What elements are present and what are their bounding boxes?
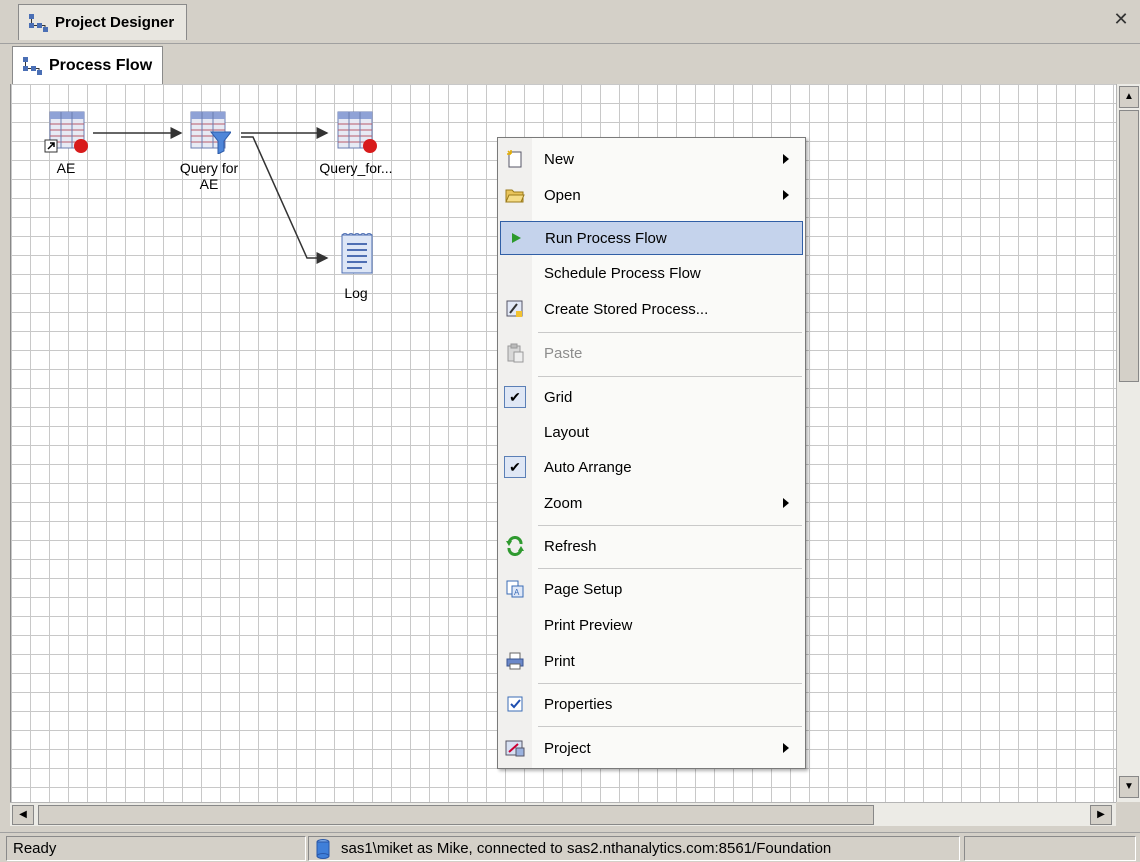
scroll-down-icon[interactable]: ▼ <box>1119 776 1139 798</box>
status-ready: Ready <box>6 836 306 861</box>
status-pane-empty <box>964 836 1136 861</box>
menu-item-properties[interactable]: Properties <box>500 687 803 721</box>
submenu-arrow-icon <box>783 498 789 508</box>
menu-item-layout[interactable]: Layout <box>500 415 803 449</box>
menu-item-auto-arrange[interactable]: ✔ Auto Arrange <box>500 450 803 484</box>
new-icon <box>507 150 522 168</box>
open-folder-icon <box>505 189 525 203</box>
menu-separator <box>538 332 802 333</box>
node-query-for-ae[interactable]: Query for AE <box>154 110 264 192</box>
properties-icon <box>507 696 523 712</box>
tab-process-flow[interactable]: Process Flow <box>12 46 164 84</box>
menu-item-refresh[interactable]: Refresh <box>500 529 803 563</box>
menu-item-open[interactable]: Open <box>500 178 803 212</box>
query-filter-icon <box>187 110 233 155</box>
node-label: AE <box>56 160 76 176</box>
menu-item-run-process-flow[interactable]: Run Process Flow <box>500 221 803 255</box>
menu-separator <box>538 683 802 684</box>
status-bar: Ready sas1\miket as Mike, connected to s… <box>0 832 1140 862</box>
project-icon <box>505 740 525 757</box>
page-setup-icon: A <box>506 580 524 598</box>
submenu-arrow-icon <box>783 154 789 164</box>
refresh-icon <box>506 536 524 556</box>
menu-item-grid[interactable]: ✔ Grid <box>500 380 803 414</box>
scroll-left-icon[interactable]: ◀ <box>12 805 34 825</box>
node-label: Log <box>344 285 368 301</box>
node-label: Query_for... <box>319 160 393 176</box>
submenu-arrow-icon <box>783 743 789 753</box>
checkmark-icon: ✔ <box>504 456 526 478</box>
menu-item-zoom[interactable]: Zoom <box>500 486 803 520</box>
tab-project-designer[interactable]: Project Designer <box>18 4 188 40</box>
data-table-shortcut-icon <box>44 110 88 154</box>
window-title-bar: Project Designer ✕ <box>0 0 1140 44</box>
menu-item-create-stored-process[interactable]: Create Stored Process... <box>500 292 803 326</box>
subtab-bar: Process Flow <box>0 44 1140 84</box>
horizontal-scroll-thumb[interactable] <box>38 805 874 825</box>
server-icon <box>316 838 330 859</box>
node-log[interactable]: Log <box>301 231 411 301</box>
horizontal-scrollbar[interactable]: ◀ ▶ <box>10 802 1116 826</box>
subtab-label: Process Flow <box>49 56 153 74</box>
scroll-right-icon[interactable]: ▶ <box>1090 805 1112 825</box>
log-document-icon <box>334 231 378 275</box>
node-label: Query for AE <box>179 160 239 192</box>
menu-separator <box>538 525 802 526</box>
process-flow-icon <box>23 56 42 75</box>
context-menu: New Open Run Process Flow Schedule Proce… <box>497 137 806 769</box>
menu-separator <box>538 376 802 377</box>
menu-item-paste[interactable]: Paste <box>500 336 803 370</box>
scroll-up-icon[interactable]: ▲ <box>1119 86 1139 108</box>
menu-item-print[interactable]: Print <box>500 644 803 678</box>
data-table-icon <box>334 110 378 154</box>
printer-icon <box>506 652 524 670</box>
node-query-output[interactable]: Query_for... <box>301 110 411 176</box>
status-connection: sas1\miket as Mike, connected to sas2.nt… <box>308 836 960 861</box>
submenu-arrow-icon <box>783 190 789 200</box>
menu-separator <box>538 726 802 727</box>
tab-label: Project Designer <box>55 14 175 31</box>
process-flow-icon <box>29 13 48 32</box>
node-ae[interactable]: AE <box>11 110 121 176</box>
menu-item-project[interactable]: Project <box>500 731 803 765</box>
connection-text: sas1\miket as Mike, connected to sas2.nt… <box>341 840 832 857</box>
svg-text:A: A <box>514 588 520 597</box>
menu-item-page-setup[interactable]: A Page Setup <box>500 572 803 606</box>
menu-separator <box>538 568 802 569</box>
run-icon <box>512 233 521 243</box>
menu-item-schedule-process-flow[interactable]: Schedule Process Flow <box>500 256 803 290</box>
checkmark-icon: ✔ <box>504 386 526 408</box>
stored-process-icon <box>506 300 523 317</box>
vertical-scroll-thumb[interactable] <box>1119 110 1139 382</box>
close-icon[interactable]: ✕ <box>1110 8 1132 30</box>
status-text: Ready <box>13 840 57 857</box>
menu-item-new[interactable]: New <box>500 142 803 176</box>
paste-icon <box>507 343 524 363</box>
vertical-scrollbar[interactable]: ▲ ▼ <box>1116 84 1140 802</box>
menu-item-print-preview[interactable]: Print Preview <box>500 608 803 642</box>
